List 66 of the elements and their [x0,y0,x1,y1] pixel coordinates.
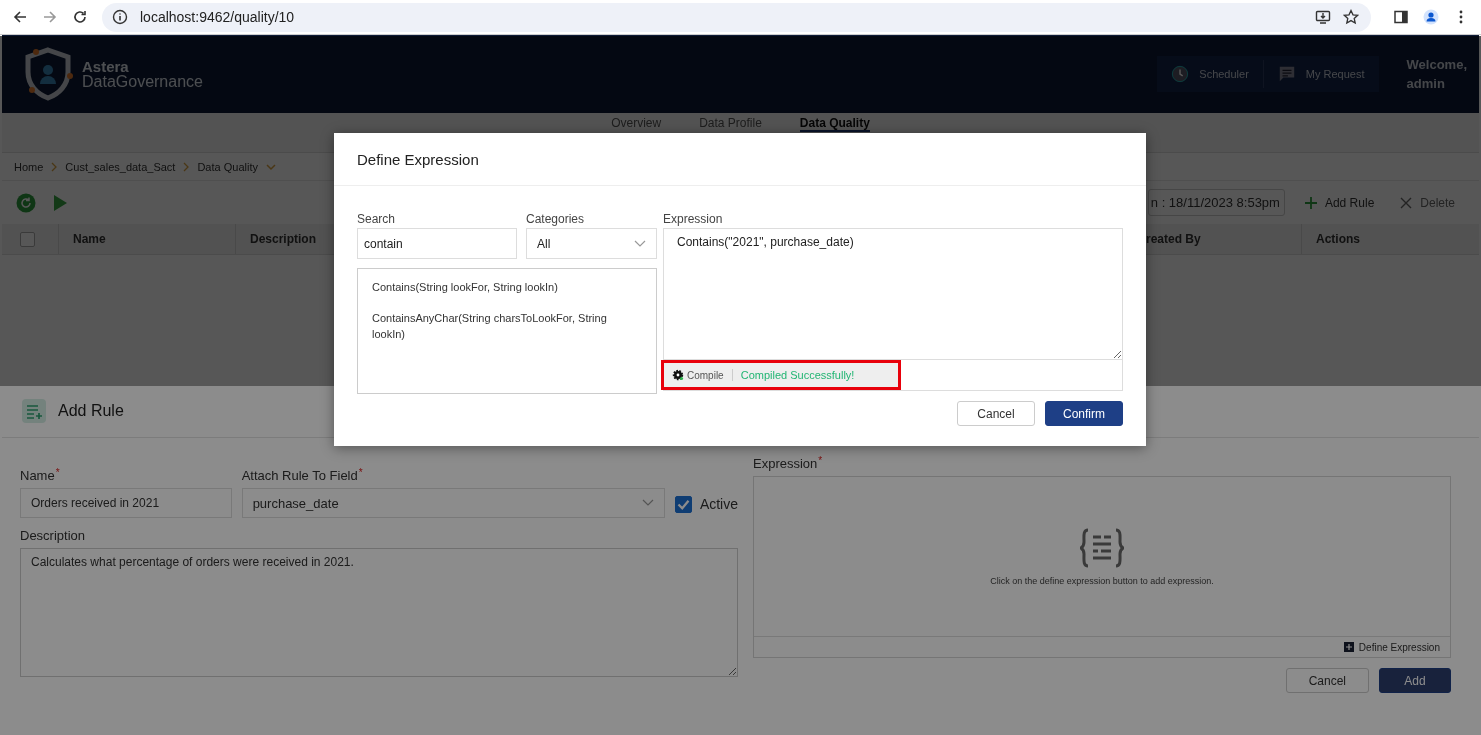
expression-hint: Click on the define expression button to add expression. [990,575,1214,586]
compile-status: Compiled Successfully! [740,369,855,381]
compile-button[interactable]: Compile [672,369,724,381]
required-mark: * [358,468,363,478]
brand-subtitle: DataGovernance [82,73,203,90]
forward-icon[interactable] [42,9,58,25]
chevron-down-icon [641,499,654,507]
function-item[interactable]: Contains(String lookFor, String lookIn) [372,279,642,296]
search-field[interactable]: contain [357,228,517,259]
breadcrumb-link[interactable]: Home [14,160,44,173]
field-label: Search [357,212,397,226]
install-icon[interactable] [1315,9,1331,25]
chevron-icon [51,161,58,172]
required-mark: * [55,468,60,478]
sidebar-icon[interactable] [1393,9,1409,25]
profile-icon[interactable] [1423,9,1439,25]
select-all-checkbox[interactable] [20,231,35,247]
reload-icon[interactable] [72,9,88,25]
column-header: reated By [1146,232,1201,246]
last-run-field: n : 18/11/2023 8:53pm [1147,189,1285,216]
field-label: Expression [663,212,724,226]
chevron-icon [183,161,190,172]
rule-list-icon [22,399,46,423]
categories-dropdown[interactable]: All [526,228,657,259]
name-field[interactable]: Orders received in 2021 [20,488,232,518]
active-checkbox[interactable] [674,495,692,513]
breadcrumb-link[interactable]: Cust_sales_data_Sact [65,160,176,173]
column-header: Name [73,232,106,246]
gear-icon [672,369,684,381]
add-rule-button[interactable]: Add Rule [1298,194,1381,211]
info-icon [112,9,128,25]
define-expression-button[interactable]: Define Expression [1337,640,1446,654]
user-name: admin [1406,75,1446,93]
chat-icon [1277,65,1296,83]
field-dropdown[interactable]: purchase_date [241,488,665,518]
add-button[interactable]: Add [1379,668,1451,693]
dialog-title: Define Expression [357,150,479,168]
field-label: Name [20,468,55,483]
chevron-down-icon [634,239,646,248]
panel-title: Add Rule [58,402,124,420]
field-label: Expression [753,456,818,471]
field-label: Categories [526,212,586,226]
code-braces-icon [1080,527,1124,568]
clock-icon [1171,65,1190,83]
field-label: Attach Rule To Field [241,468,358,483]
description-field[interactable]: Calculates what percentage of orders were received in 2021. [20,548,738,677]
url-text: localhost:9462/quality/10 [140,9,295,25]
cancel-button[interactable]: Cancel [1285,668,1369,693]
cancel-button[interactable]: Cancel [957,401,1035,426]
plus-square-icon [1343,642,1354,652]
required-mark: * [818,456,823,466]
back-icon[interactable] [12,9,28,25]
column-header: Actions [1316,232,1360,246]
star-icon[interactable] [1343,9,1359,25]
close-icon [1400,196,1413,209]
address-bar[interactable]: localhost:9462/quality/10 [102,2,1371,32]
expression-field[interactable]: Contains("2021", purchase_date) [663,228,1123,360]
plus-icon [1304,196,1317,209]
column-header: Description [250,232,316,246]
field-label: Description [20,528,87,543]
brand-name: Astera [82,58,130,74]
confirm-button[interactable]: Confirm [1045,401,1123,426]
breadcrumb-link[interactable]: Data Quality [197,160,258,173]
function-item[interactable]: ContainsAnyChar(String charsToLookFor, String lookIn) [372,309,642,343]
checkbox-label: Active [699,496,738,512]
welcome-text: Welcome, [1406,55,1467,74]
